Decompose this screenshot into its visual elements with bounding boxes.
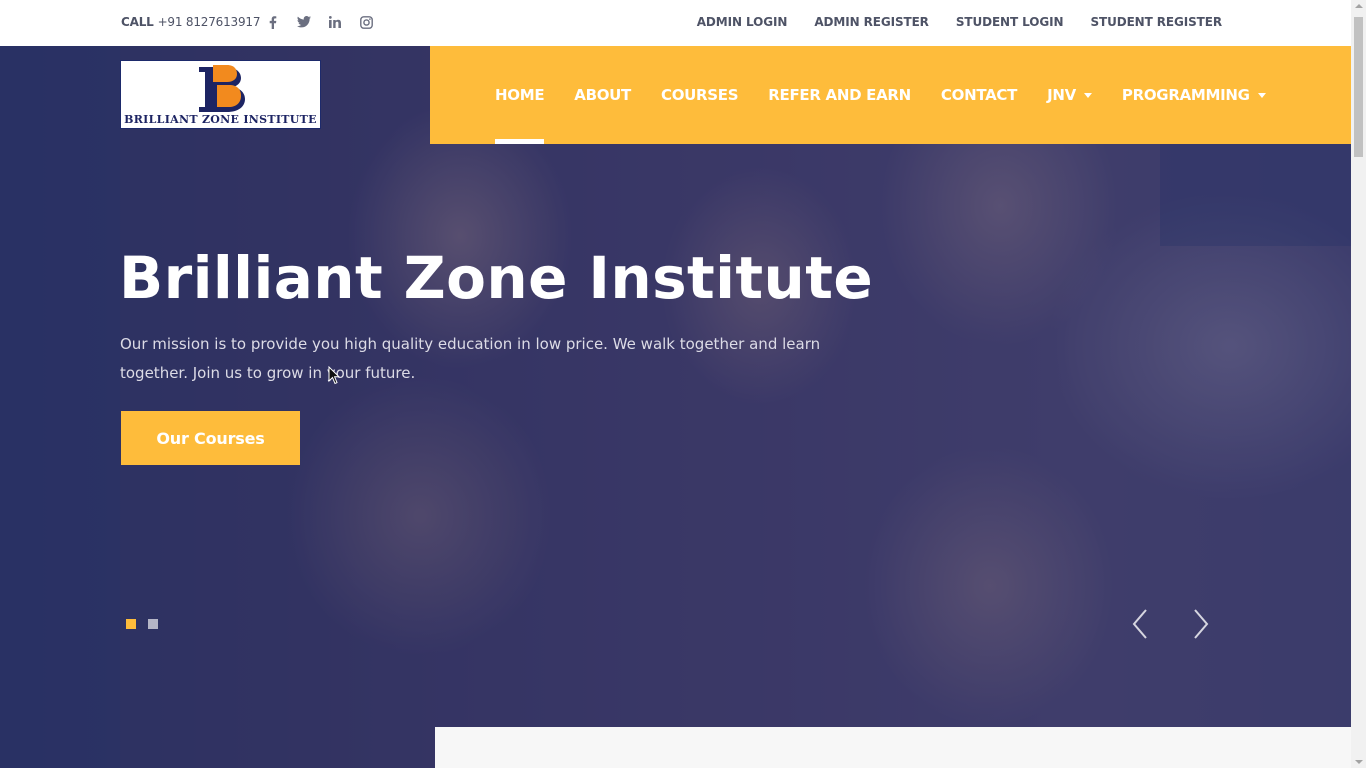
nav-item-contact[interactable]: CONTACT (941, 46, 1017, 144)
nav-label: COURSES (661, 86, 739, 104)
nav-label: CONTACT (940, 86, 1018, 104)
nav-label: ABOUT (574, 86, 631, 104)
nav-item-about[interactable]: ABOUT (574, 46, 631, 144)
hero-overlay (0, 46, 1351, 768)
logo-brand-name: BRILLIANT ZONE INSTITUTE (124, 113, 317, 126)
main-nav: HOME ABOUT COURSES REFER AND EARN CONTAC… (430, 46, 1351, 144)
nav-label: JNV (1047, 86, 1076, 104)
nav-label: REFER AND EARN (768, 86, 911, 104)
student-register-link[interactable]: STUDENT REGISTER (1090, 15, 1222, 29)
top-bar: CALL +91 8127613917 ADMIN LOGIN ADMIN RE… (0, 0, 1351, 46)
slider-dot-2[interactable] (148, 619, 158, 629)
admin-register-link[interactable]: ADMIN REGISTER (814, 15, 929, 29)
hero-description: Our mission is to provide you high quali… (120, 335, 821, 382)
mouse-cursor-icon (328, 365, 341, 389)
slider-next-arrow-icon[interactable] (1189, 607, 1213, 641)
logo-mark-icon (199, 65, 245, 112)
scroll-down-arrow-icon[interactable] (1355, 760, 1363, 764)
nav-label: PROGRAMMING (1121, 86, 1250, 104)
nav-item-jnv[interactable]: JNV (1047, 46, 1092, 144)
scroll-up-arrow-icon[interactable] (1355, 4, 1363, 8)
scrollbar-thumb[interactable] (1354, 17, 1363, 157)
page-scrollbar[interactable] (1351, 0, 1366, 768)
phone-number[interactable]: +91 8127613917 (158, 15, 261, 29)
call-info: CALL +91 8127613917 (121, 15, 260, 29)
nav-label: HOME (495, 86, 545, 104)
social-links (265, 14, 374, 30)
chevron-down-icon (1257, 92, 1266, 98)
student-login-link[interactable]: STUDENT LOGIN (956, 15, 1064, 29)
nav-item-home[interactable]: HOME (495, 46, 545, 144)
site-logo[interactable]: BRILLIANT ZONE INSTITUTE (120, 60, 321, 129)
content-panel (435, 727, 1351, 768)
nav-item-programming[interactable]: PROGRAMMING (1122, 46, 1266, 144)
instagram-icon[interactable] (358, 14, 374, 30)
nav-item-courses[interactable]: COURSES (661, 46, 739, 144)
our-courses-button[interactable]: Our Courses (121, 411, 300, 465)
linkedin-icon[interactable] (327, 14, 343, 30)
call-label: CALL (121, 15, 154, 29)
admin-login-link[interactable]: ADMIN LOGIN (697, 15, 788, 29)
hero-title: Brilliant Zone Institute (119, 244, 874, 312)
slider-prev-arrow-icon[interactable] (1128, 607, 1152, 641)
hero-slider (0, 46, 1351, 768)
chevron-down-icon (1083, 92, 1092, 98)
slider-dots (126, 619, 158, 629)
slider-dot-1[interactable] (126, 619, 136, 629)
account-links: ADMIN LOGIN ADMIN REGISTER STUDENT LOGIN… (697, 15, 1222, 29)
facebook-icon[interactable] (265, 14, 281, 30)
twitter-icon[interactable] (296, 14, 312, 30)
nav-item-refer-and-earn[interactable]: REFER AND EARN (768, 46, 911, 144)
